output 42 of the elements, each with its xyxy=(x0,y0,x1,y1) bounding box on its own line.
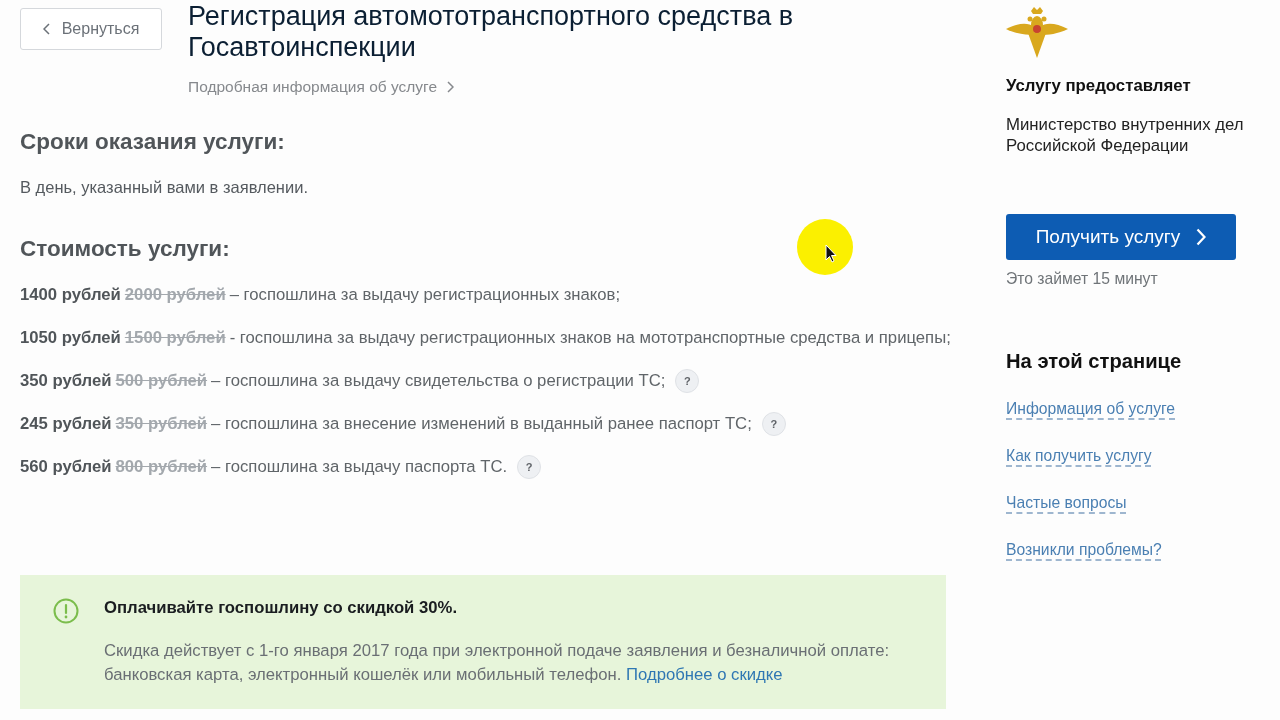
old-price: 1500 рублей xyxy=(124,327,226,350)
toc-link[interactable]: Возникли проблемы? xyxy=(1006,539,1162,561)
price: 560 рублей xyxy=(20,456,112,479)
emblem-icon xyxy=(1006,5,1068,58)
section-text: В день, указанный вами в заявлении. xyxy=(20,177,308,197)
section-heading: Стоимость услуги: xyxy=(20,235,230,263)
page-title: Регистрация автомототранспортного средства в Госавтоинспекции xyxy=(188,1,795,63)
help-button[interactable]: ? xyxy=(517,455,542,479)
get-service-button[interactable]: Получить услугу xyxy=(1006,214,1236,260)
old-price: 500 рублей xyxy=(115,370,208,393)
chevron-left-icon xyxy=(42,23,50,35)
toc-link[interactable]: Как получить услугу xyxy=(1006,445,1152,467)
section-heading: Сроки оказания услуги: xyxy=(20,128,285,156)
toc-link[interactable]: Информация об услуге xyxy=(1006,398,1176,420)
price: 1050 рублей xyxy=(20,327,121,350)
fee-description: – госпошлина за выдачу паспорта ТС. xyxy=(211,456,508,479)
toc-link[interactable]: Частые вопросы xyxy=(1006,492,1127,514)
back-button[interactable]: Вернуться xyxy=(20,8,162,50)
fee-description: – госпошлина за выдачу регистрационных знаков; xyxy=(229,284,621,307)
fee-description: – госпошлина за внесение изменений в выданный ранее паспорт ТС; xyxy=(211,413,752,436)
provider-name: Министерство внутренних дел Российской Федерации xyxy=(1006,114,1245,156)
notice-title: Оплачивайте госпошлину со скидкой 30%. xyxy=(104,597,457,619)
fee-description: – госпошлина за выдачу свидетельства о регистрации ТС; xyxy=(211,370,666,393)
toc-heading: На этой странице xyxy=(1006,349,1182,374)
help-button[interactable]: ? xyxy=(761,412,786,436)
old-price: 2000 рублей xyxy=(124,284,226,307)
notice-text: Скидка действует с 1-го января 2017 года при электронной подаче заявления и безналичной оплате: банковская карта, электронный кошелёк или мобильный телефон. Подробнее о скидке xyxy=(104,640,891,686)
price: 1400 рублей xyxy=(20,284,121,307)
help-button[interactable]: ? xyxy=(675,369,700,393)
old-price: 800 рублей xyxy=(115,456,208,479)
fee-description: - госпошлина за выдачу регистрационных знаков на мототранспортные средства и прицепы; xyxy=(229,327,951,350)
mouse-pointer-icon xyxy=(797,219,853,275)
price: 245 рублей xyxy=(20,413,112,436)
price: 350 рублей xyxy=(20,370,112,393)
old-price: 350 рублей xyxy=(115,413,208,436)
duration-text: Это займет 15 минут xyxy=(1006,269,1158,289)
alert-icon xyxy=(53,598,79,624)
provider-heading: Услугу предоставляет xyxy=(1006,76,1191,96)
chevron-right-icon xyxy=(447,81,455,93)
chevron-right-icon xyxy=(1196,228,1207,246)
details-link[interactable]: Подробная информация об услуге xyxy=(188,77,455,97)
discount-link[interactable]: Подробнее о скидке xyxy=(626,665,783,684)
